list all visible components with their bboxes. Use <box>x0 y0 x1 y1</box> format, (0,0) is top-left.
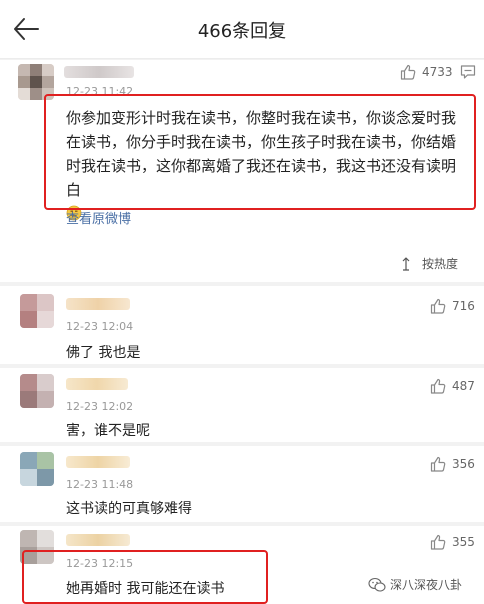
like-button[interactable]: 4733 <box>400 64 453 80</box>
comment-text: 她再婚时 我可能还在读书 <box>66 581 225 597</box>
like-count: 716 <box>452 299 475 313</box>
comment-time: 12-23 12:04 <box>66 320 134 333</box>
username-blurred[interactable] <box>64 66 134 78</box>
avatar[interactable] <box>18 64 54 100</box>
comment-text: 你参加变形计时我在读书，你整时我在读书，你谈念爱时我在读书，你分手时我在读书，你… <box>66 109 457 199</box>
thumbs-up-icon <box>430 378 446 394</box>
sort-icon <box>402 256 410 271</box>
thumbs-up-icon <box>400 64 416 80</box>
back-arrow-icon <box>14 18 39 40</box>
watermark: 深八深夜八卦 <box>368 576 462 593</box>
sort-by-hot-button[interactable]: 按热度 <box>402 255 458 272</box>
blurred-avatar-image <box>20 530 54 564</box>
reply-item: 12-23 12:02 487 害，谁不是呢 <box>0 368 484 442</box>
like-button[interactable]: 355 <box>430 534 475 550</box>
comment-icon <box>460 65 476 79</box>
thumbs-up-icon <box>430 534 446 550</box>
like-count: 4733 <box>422 65 453 79</box>
avatar[interactable] <box>20 294 54 328</box>
username-blurred[interactable] <box>66 298 130 310</box>
like-count: 487 <box>452 379 475 393</box>
like-button[interactable]: 487 <box>430 378 475 394</box>
comment-time: 12-23 12:02 <box>66 400 134 413</box>
username-blurred[interactable] <box>66 534 130 546</box>
thumbs-up-icon <box>430 298 446 314</box>
like-count: 355 <box>452 535 475 549</box>
page-title: 466条回复 <box>197 21 287 42</box>
back-button[interactable] <box>12 16 42 44</box>
reply-item: 12-23 12:04 716 佛了 我也是 <box>0 286 484 364</box>
comment-time: 12-23 11:48 <box>66 478 134 491</box>
blurred-avatar-image <box>20 374 54 408</box>
thumbs-up-icon <box>430 456 446 472</box>
like-button[interactable]: 356 <box>430 456 475 472</box>
sort-label: 按热度 <box>422 257 459 271</box>
username-blurred[interactable] <box>66 456 130 468</box>
like-button[interactable]: 716 <box>430 298 475 314</box>
blurred-avatar-image <box>20 452 54 486</box>
comment-text: 佛了 我也是 <box>66 345 141 361</box>
blurred-avatar-image <box>18 64 54 100</box>
comment-text: 这书读的可真够难得 <box>66 501 192 517</box>
wechat-icon <box>368 577 386 592</box>
comment-button[interactable] <box>460 64 476 84</box>
username-blurred[interactable] <box>66 378 128 390</box>
blurred-avatar-image <box>20 294 54 328</box>
reply-item: 12-23 11:48 356 这书读的可真够难得 <box>0 446 484 522</box>
comment-time: 12-23 11:42 <box>66 85 134 98</box>
avatar[interactable] <box>20 374 54 408</box>
comment-time: 12-23 12:15 <box>66 557 134 570</box>
avatar[interactable] <box>20 530 54 564</box>
like-count: 356 <box>452 457 475 471</box>
view-original-link[interactable]: 查看原微博 <box>66 208 131 227</box>
top-bar: 466条回复 <box>0 0 484 59</box>
avatar[interactable] <box>20 452 54 486</box>
comment-text: 害，谁不是呢 <box>66 423 150 439</box>
watermark-text: 深八深夜八卦 <box>390 578 463 592</box>
